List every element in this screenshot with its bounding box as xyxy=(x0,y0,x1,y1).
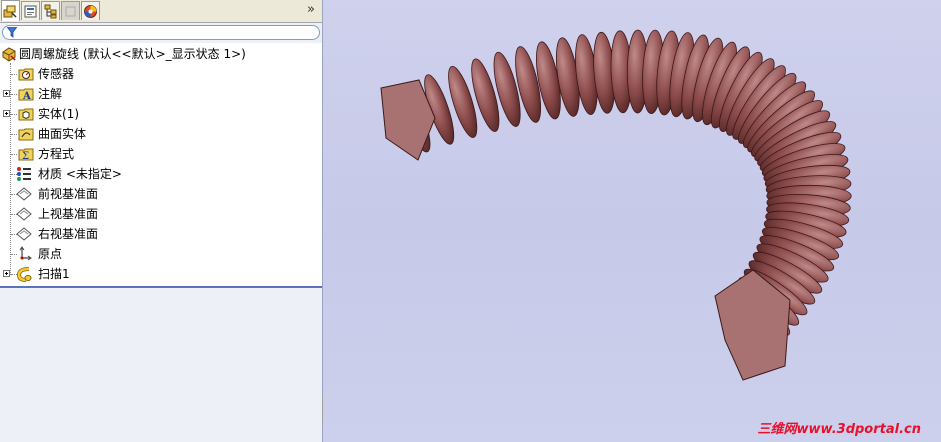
feature-tree-icon xyxy=(3,5,17,18)
tree-branch-line xyxy=(11,74,17,75)
tree-item-label: 曲面实体 xyxy=(38,127,87,141)
configurationmanager-tab[interactable] xyxy=(41,1,60,20)
tree-root-label: 圆周螺旋线 (默认<<默认>_显示状态 1>) xyxy=(19,47,246,61)
material-icon xyxy=(17,167,31,181)
expand-panel-button[interactable]: » xyxy=(304,3,318,17)
svg-text:Σ: Σ xyxy=(22,151,29,162)
tree-branch-line xyxy=(11,94,17,95)
tree-item-front-plane[interactable]: 前视基准面 xyxy=(0,184,320,204)
property-manager-icon xyxy=(24,5,37,17)
tree-item-origin[interactable]: 原点 xyxy=(0,244,320,264)
surface-bodies-icon xyxy=(18,128,34,141)
expand-toggle[interactable] xyxy=(3,110,10,117)
tree-separator xyxy=(0,286,322,288)
helical-sweep-model xyxy=(380,29,852,381)
graphics-viewport[interactable]: 三维网www.3dportal.cn xyxy=(323,0,941,442)
tree-item-label: 上视基准面 xyxy=(38,207,99,221)
tree-item-label: 传感器 xyxy=(38,67,75,81)
appearance-ball-icon xyxy=(84,4,97,18)
tree-item-right-plane[interactable]: 右视基准面 xyxy=(0,224,320,244)
tree-item-surface-bodies[interactable]: 曲面实体 xyxy=(0,124,320,144)
dimxpert-tab[interactable] xyxy=(61,1,80,20)
tree-item-equations[interactable]: Σ 方程式 xyxy=(0,144,320,164)
feature-manager-panel: » 圆周螺旋线 (默认<<默认>_显示状态 1>) 传感器 A 注解 实体(1)… xyxy=(0,0,323,442)
tree-item-label: 材质 <未指定> xyxy=(38,167,122,181)
svg-text:A: A xyxy=(22,91,31,102)
tree-item-solid-bodies[interactable]: 实体(1) xyxy=(0,104,320,124)
plane-icon xyxy=(16,187,32,201)
tree-branch-line xyxy=(11,154,17,155)
expand-toggle[interactable] xyxy=(3,90,10,97)
tree-item-material[interactable]: 材质 <未指定> xyxy=(0,164,320,184)
featuremanager-tab[interactable] xyxy=(1,0,20,21)
plane-icon xyxy=(16,227,32,241)
feature-tree: 圆周螺旋线 (默认<<默认>_显示状态 1>) 传感器 A 注解 实体(1) 曲… xyxy=(0,43,322,287)
solid-bodies-icon xyxy=(18,108,34,121)
tree-branch-line xyxy=(11,114,17,115)
tree-item-label: 注解 xyxy=(38,87,63,101)
tree-item-label: 右视基准面 xyxy=(38,227,99,241)
propertymanager-tab[interactable] xyxy=(21,1,40,20)
watermark: 三维网www.3dportal.cn xyxy=(757,422,921,437)
tree-item-sensors[interactable]: 传感器 xyxy=(0,64,320,84)
tree-item-label: 实体(1) xyxy=(38,107,79,121)
equations-icon: Σ xyxy=(18,148,34,162)
sensor-icon xyxy=(18,68,34,81)
tree-item-top-plane[interactable]: 上视基准面 xyxy=(0,204,320,224)
tree-branch-line xyxy=(11,134,17,135)
display-manager-tab[interactable] xyxy=(81,1,100,20)
tree-filter-input[interactable] xyxy=(2,25,320,40)
tree-item-sweep1[interactable]: 扫描1 xyxy=(0,264,320,284)
sweep-icon xyxy=(16,267,32,282)
origin-icon xyxy=(19,246,32,261)
filter-icon xyxy=(7,27,17,38)
tree-root-item[interactable]: 圆周螺旋线 (默认<<默认>_显示状态 1>) xyxy=(0,44,320,64)
tree-item-label: 扫描1 xyxy=(38,267,70,281)
manager-tab-bar: » xyxy=(0,0,322,23)
plane-icon xyxy=(16,207,32,221)
tree-item-label: 方程式 xyxy=(38,147,75,161)
annotations-icon: A xyxy=(18,88,34,102)
expand-toggle[interactable] xyxy=(3,270,10,277)
tree-item-label: 前视基准面 xyxy=(38,187,99,201)
tree-item-annotations[interactable]: A 注解 xyxy=(0,84,320,104)
configuration-manager-icon xyxy=(44,4,57,18)
tree-item-label: 原点 xyxy=(38,247,63,261)
dimxpert-icon xyxy=(65,6,76,16)
part-icon xyxy=(2,47,16,62)
